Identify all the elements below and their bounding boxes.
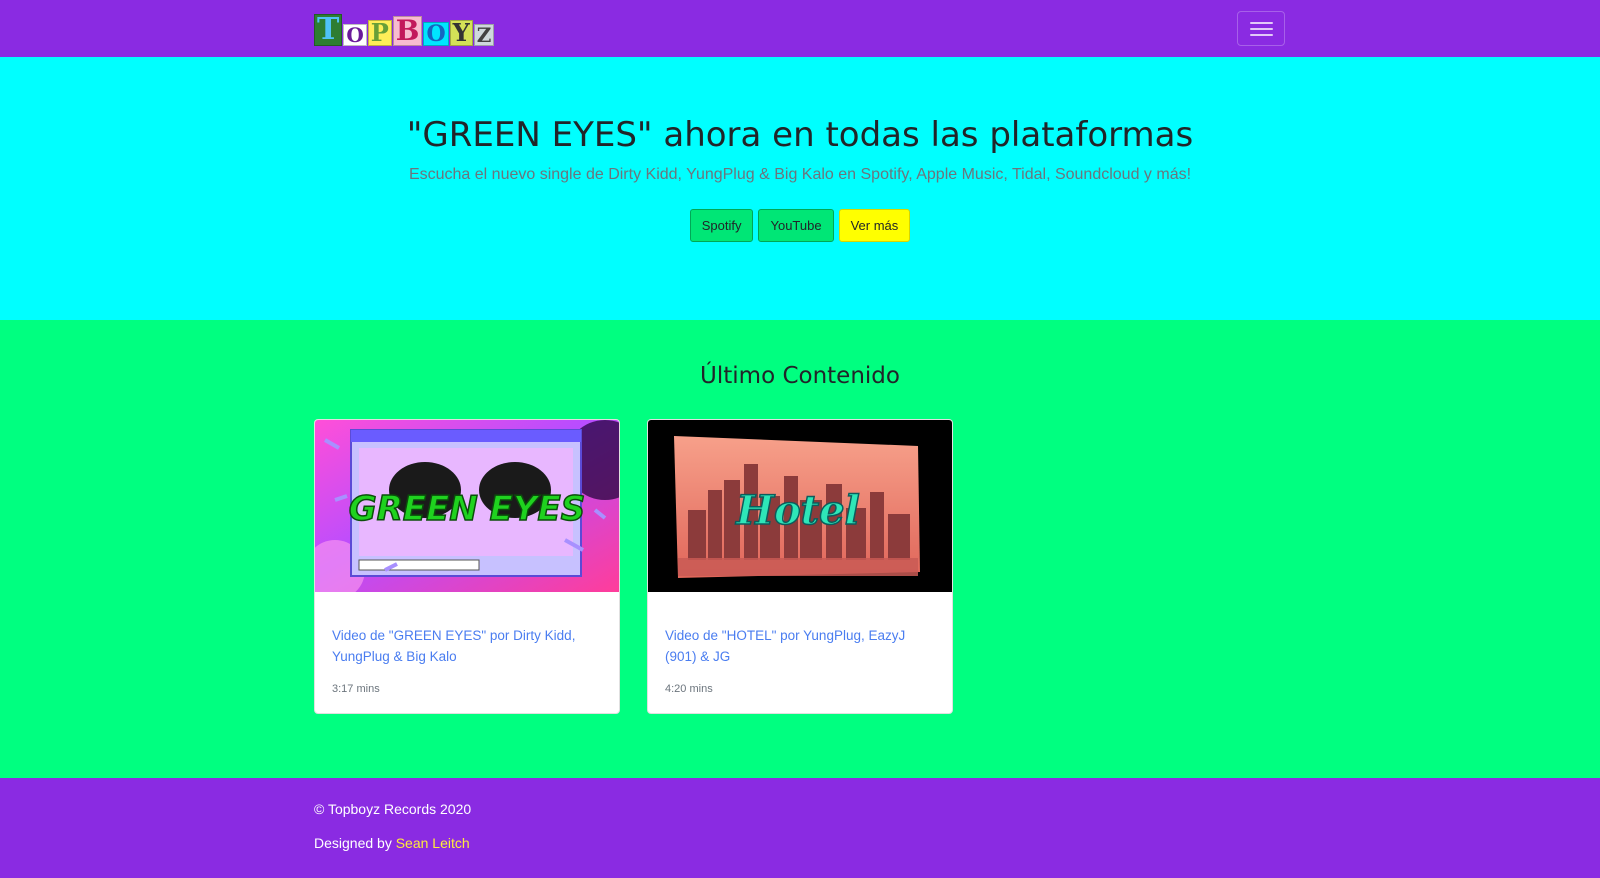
logo-letter: B: [392, 16, 423, 46]
navbar: T O P B O Y Z: [0, 0, 1600, 57]
designed-by-label: Designed by: [314, 835, 396, 851]
hero-title: "GREEN EYES" ahora en todas las platafor…: [406, 115, 1194, 155]
logo-letter: T: [314, 14, 343, 46]
hero-buttons: Spotify YouTube Ver más: [0, 209, 1600, 242]
brand-logo[interactable]: T O P B O Y Z: [314, 12, 495, 46]
logo-letter: P: [367, 20, 392, 46]
youtube-button[interactable]: YouTube: [758, 209, 834, 242]
section-heading: Último Contenido: [700, 363, 900, 389]
hero-section: "GREEN EYES" ahora en todas las platafor…: [0, 57, 1600, 320]
logo-letter: Z: [473, 24, 495, 46]
video-duration: 3:17 mins: [332, 683, 380, 695]
video-title-link[interactable]: Video de "HOTEL" por YungPlug, EazyJ (90…: [665, 625, 937, 667]
logo-letter: O: [343, 24, 367, 46]
ver-mas-button[interactable]: Ver más: [838, 209, 911, 242]
navbar-toggler-button[interactable]: [1237, 11, 1285, 46]
logo-letter: O: [423, 22, 449, 46]
spotify-button[interactable]: Spotify: [689, 209, 754, 242]
thumbnail-text: GREEN EYES: [349, 489, 585, 529]
designer-link[interactable]: Sean Leitch: [396, 835, 470, 851]
copyright-text: © Topboyz Records 2020: [314, 801, 472, 817]
latest-content-section: Último Contenido GREEN EYES Video de "GR…: [0, 320, 1600, 778]
video-thumbnail[interactable]: Hotel: [648, 420, 952, 592]
video-card[interactable]: GREEN EYES Video de "GREEN EYES" por Dir…: [314, 419, 620, 714]
video-thumbnail[interactable]: GREEN EYES: [315, 420, 619, 592]
footer: © Topboyz Records 2020 Designed by Sean …: [0, 778, 1600, 878]
video-duration: 4:20 mins: [665, 683, 713, 695]
thumbnail-text: Hotel: [735, 487, 860, 534]
designed-by: Designed by Sean Leitch: [314, 835, 470, 851]
hero-subtitle: Escucha el nuevo single de Dirty Kidd, Y…: [408, 166, 1192, 183]
video-card[interactable]: Hotel Video de "HOTEL" por YungPlug, Eaz…: [647, 419, 953, 714]
video-title-link[interactable]: Video de "GREEN EYES" por Dirty Kidd, Yu…: [332, 625, 604, 667]
logo-letter: Y: [449, 20, 473, 46]
